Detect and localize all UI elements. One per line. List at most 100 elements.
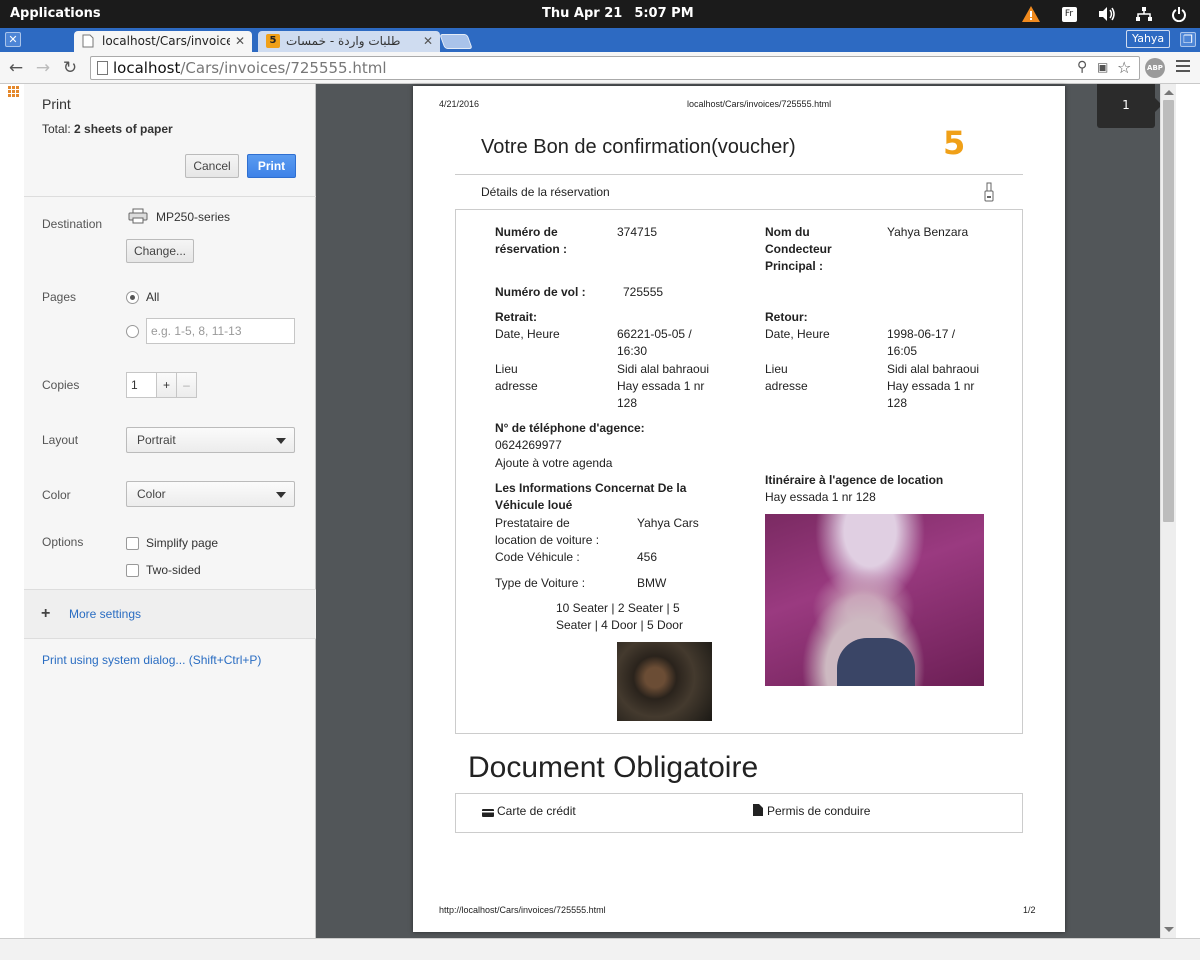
print-total: Total: 2 sheets of paper bbox=[42, 122, 173, 136]
agency-photo bbox=[765, 514, 984, 686]
driving-license-label: Permis de conduire bbox=[767, 804, 871, 818]
two-sided-checkbox[interactable] bbox=[126, 564, 139, 577]
reservation-number: 374715 bbox=[617, 225, 658, 239]
tab-close-icon[interactable]: ✕ bbox=[423, 31, 433, 51]
details-heading: Détails de la réservation bbox=[481, 185, 610, 199]
more-settings-link[interactable]: More settings bbox=[69, 607, 141, 621]
print-title: Print bbox=[42, 96, 71, 112]
layout-select[interactable]: Portrait bbox=[126, 427, 295, 453]
tab-title: localhost/Cars/invoices/72… bbox=[102, 34, 230, 48]
return-time: 16:05 bbox=[887, 344, 918, 358]
provider-label: Prestataire de bbox=[495, 516, 570, 530]
window-maximize-icon[interactable]: ❐ bbox=[1180, 32, 1196, 47]
tab-close-icon[interactable]: ✕ bbox=[235, 31, 245, 51]
scrollbar-thumb[interactable] bbox=[1163, 100, 1174, 522]
system-dialog-link[interactable]: Print using system dialog... (Shift+Ctrl… bbox=[42, 653, 261, 667]
car-type: BMW bbox=[637, 576, 667, 590]
clock[interactable]: Thu Apr 21 5:07 PM bbox=[542, 6, 706, 21]
khamsat-favicon-icon: 5 bbox=[266, 34, 280, 48]
more-settings-row[interactable]: + More settings bbox=[24, 589, 316, 639]
url-text: localhost/Cars/invoices/725555.html bbox=[113, 59, 387, 77]
window-bottom-edge bbox=[0, 938, 1200, 960]
applications-menu[interactable]: Applications bbox=[10, 6, 101, 21]
page-footer-url: http://localhost/Cars/invoices/725555.ht… bbox=[439, 905, 606, 915]
tab-khamsat[interactable]: 5 طلبات واردة - خمسات ✕ bbox=[258, 31, 440, 52]
destination-label: Destination bbox=[42, 217, 103, 231]
address-bar[interactable]: localhost/Cars/invoices/725555.html ⚲ ▣ … bbox=[90, 56, 1140, 80]
url-host: localhost bbox=[113, 59, 181, 77]
copies-increment-button[interactable]: + bbox=[156, 372, 177, 398]
vehicle-code: 456 bbox=[637, 550, 658, 564]
keyboard-layout-label: Fr bbox=[1061, 6, 1077, 22]
driver-label-2: Condecteur bbox=[765, 242, 832, 256]
scroll-up-arrow-icon[interactable] bbox=[1164, 90, 1174, 95]
cancel-button[interactable]: Cancel bbox=[185, 154, 239, 178]
return-place: Sidi alal bahraoui bbox=[887, 362, 980, 376]
pickup-address-label: adresse bbox=[495, 379, 538, 393]
driver-label-3: Principal : bbox=[765, 259, 824, 273]
bookmark-star-icon[interactable]: ☆ bbox=[1117, 58, 1131, 77]
clock-time: 5:07 PM bbox=[634, 6, 694, 21]
options-label: Options bbox=[42, 535, 84, 549]
chrome-menu-icon[interactable] bbox=[1176, 60, 1190, 75]
seats-info: 10 Seater | 2 Seater | 5 bbox=[556, 601, 680, 615]
dropdown-arrow-icon bbox=[276, 438, 286, 444]
simplify-page-checkbox[interactable] bbox=[126, 537, 139, 550]
simplify-page-label: Simplify page bbox=[146, 536, 219, 550]
preview-scrollbar[interactable] bbox=[1160, 84, 1176, 938]
driver-name: Yahya Benzara bbox=[887, 225, 969, 239]
pickup-time: 16:30 bbox=[617, 344, 648, 358]
return-address-label: adresse bbox=[765, 379, 808, 393]
change-destination-button[interactable]: Change... bbox=[126, 239, 194, 263]
pages-custom-radio[interactable] bbox=[126, 325, 139, 338]
flight-number: 725555 bbox=[623, 285, 664, 299]
return-place-label: Lieu bbox=[765, 362, 788, 376]
agency-phone: 0624269977 bbox=[495, 438, 562, 452]
pages-all-radio[interactable] bbox=[126, 291, 139, 304]
copies-input[interactable]: 1 bbox=[126, 372, 157, 398]
warning-icon[interactable] bbox=[1020, 4, 1042, 24]
clock-date: Thu Apr 21 bbox=[542, 6, 623, 21]
pickup-place: Sidi alal bahraoui bbox=[617, 362, 710, 376]
scroll-down-arrow-icon[interactable] bbox=[1164, 927, 1174, 932]
keyboard-layout-indicator[interactable]: Fr bbox=[1061, 4, 1077, 24]
flight-number-label: Numéro de vol : bbox=[495, 285, 586, 299]
apps-grid-icon[interactable] bbox=[8, 86, 20, 98]
pages-label: Pages bbox=[42, 290, 77, 304]
page-header-url: localhost/Cars/invoices/725555.html bbox=[687, 99, 832, 109]
provider-value: Yahya Cars bbox=[637, 516, 699, 530]
print-button[interactable]: Print bbox=[247, 154, 296, 178]
new-tab-button[interactable] bbox=[439, 34, 473, 49]
add-to-agenda-link[interactable]: Ajoute à votre agenda bbox=[495, 455, 612, 472]
power-icon[interactable] bbox=[1170, 4, 1188, 24]
adblock-plus-icon[interactable]: ABP bbox=[1145, 58, 1165, 78]
copies-label: Copies bbox=[42, 378, 80, 392]
reload-icon[interactable]: ↻ bbox=[59, 57, 81, 79]
company-logo: 5 bbox=[943, 124, 966, 162]
vehicle-info-heading-2: Véhicule loué bbox=[495, 498, 573, 512]
title-divider bbox=[455, 174, 1023, 175]
tab-invoice[interactable]: localhost/Cars/invoices/72… ✕ bbox=[74, 31, 252, 52]
copies-decrement-button[interactable]: – bbox=[176, 372, 197, 398]
pickup-date: 66221-05-05 / bbox=[617, 327, 692, 341]
plus-icon: + bbox=[41, 605, 51, 622]
color-select[interactable]: Color bbox=[126, 481, 295, 507]
back-arrow-icon[interactable]: ← bbox=[5, 57, 27, 79]
file-icon bbox=[753, 803, 763, 821]
translate-icon[interactable]: ▣ bbox=[1097, 60, 1108, 74]
profile-button[interactable]: Yahya bbox=[1126, 30, 1171, 48]
copies-stepper: 1 + – bbox=[126, 372, 199, 398]
volume-icon[interactable] bbox=[1096, 4, 1118, 24]
preview-page: 4/21/2016 localhost/Cars/invoices/725555… bbox=[413, 86, 1065, 932]
pages-range-input[interactable]: e.g. 1-5, 8, 11-13 bbox=[146, 318, 295, 344]
window-close-icon[interactable]: ✕ bbox=[5, 32, 21, 47]
forward-arrow-icon[interactable]: → bbox=[32, 57, 54, 79]
zoom-icon[interactable]: ⚲ bbox=[1077, 59, 1087, 75]
system-top-bar: Applications Thu Apr 21 5:07 PM Fr bbox=[0, 0, 1200, 28]
network-icon[interactable] bbox=[1134, 4, 1154, 24]
pickup-address-2: 128 bbox=[617, 396, 638, 410]
tab-title: طلبات واردة - خمسات bbox=[286, 34, 401, 48]
pickup-address: Hay essada 1 nr bbox=[617, 379, 705, 393]
return-heading: Retour: bbox=[765, 310, 808, 324]
total-prefix: Total: bbox=[42, 122, 75, 136]
